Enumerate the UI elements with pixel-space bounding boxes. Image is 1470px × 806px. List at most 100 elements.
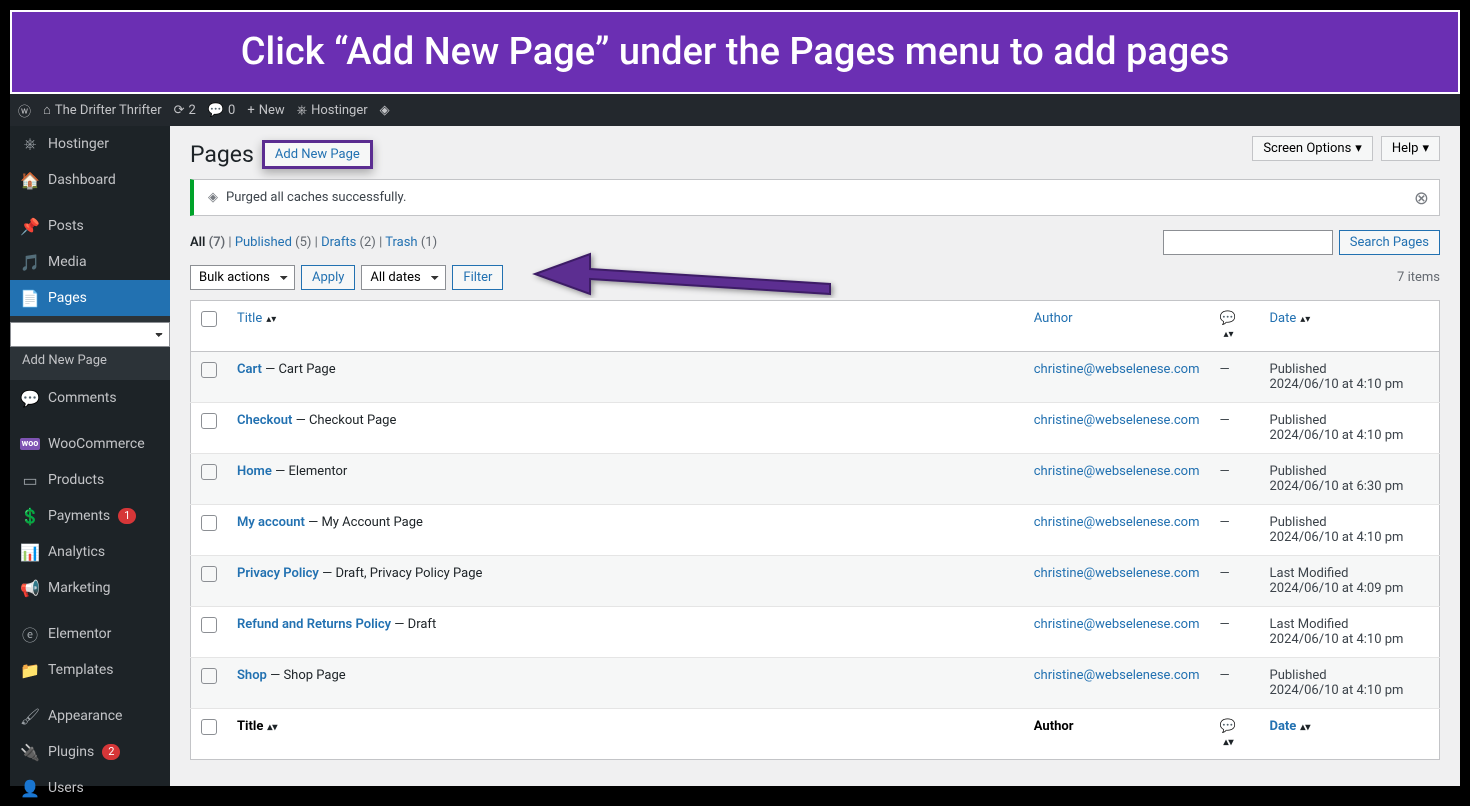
sidebar-plugins[interactable]: 🔌Plugins 2 [10,734,170,770]
sidebar-woocommerce[interactable]: wooWooCommerce [10,426,170,462]
author-link[interactable]: christine@webselenese.com [1034,668,1200,683]
filter-button[interactable]: Filter [452,265,503,290]
sidebar-analytics[interactable]: 📊Analytics [10,534,170,570]
search-pages-button[interactable]: Search Pages [1339,230,1440,255]
help-button[interactable]: Help ▾ [1381,136,1440,161]
col-author[interactable]: Author [1024,301,1210,352]
site-link[interactable]: ⌂ The Drifter Thrifter [43,102,162,118]
elementor-toolbar[interactable]: ◈ [380,103,390,118]
author-link[interactable]: christine@webselenese.com [1034,515,1200,530]
filter-drafts[interactable]: Drafts (2) [321,235,376,250]
page-suffix: — Shop Page [267,668,346,683]
filter-published[interactable]: Published (5) [235,235,312,250]
col-comments[interactable]: 💬 ▴▾ [1210,709,1260,760]
sidebar-dashboard[interactable]: 🏠Dashboard [10,162,170,198]
sidebar-all-pages[interactable]: All Pages [10,322,170,347]
apply-button[interactable]: Apply [301,265,355,290]
payments-icon: 💲 [20,506,40,526]
col-title[interactable]: Title▴▾ [227,301,1024,352]
hostinger-link[interactable]: ⎈ Hostinger [297,103,368,118]
table-row: Refund and Returns Policy — Draft christ… [191,607,1440,658]
author-link[interactable]: christine@webselenese.com [1034,413,1200,428]
row-checkbox[interactable] [201,413,217,429]
sort-icon: ▴▾ [1224,329,1234,340]
sidebar-appearance[interactable]: 🖌Appearance [10,698,170,734]
wp-logo[interactable]: ⓦ [18,101,31,120]
date-status: Published [1270,515,1327,530]
date-value: 2024/06/10 at 6:30 pm [1270,479,1404,494]
sidebar-media[interactable]: 🎵Media [10,244,170,280]
sort-icon: ▴▾ [1224,737,1234,748]
row-checkbox[interactable] [201,362,217,378]
page-title-link[interactable]: My account [237,515,305,530]
sidebar-templates[interactable]: 📁Templates [10,652,170,688]
sidebar-users[interactable]: 👤Users [10,770,170,806]
table-row: Cart — Cart Page christine@webselenese.c… [191,352,1440,403]
row-checkbox[interactable] [201,515,217,531]
dates-select[interactable]: All dates [361,265,446,290]
updates-link[interactable]: ⟳ 2 [174,103,196,118]
sidebar-marketing[interactable]: 📢Marketing [10,570,170,606]
sidebar-posts[interactable]: 📌Posts [10,208,170,244]
author-link[interactable]: christine@webselenese.com [1034,617,1200,632]
author-link[interactable]: christine@webselenese.com [1034,566,1200,581]
filter-trash[interactable]: Trash (1) [385,235,437,250]
col-date[interactable]: Date▴▾ [1260,301,1440,352]
date-status: Published [1270,413,1327,428]
sidebar-hostinger[interactable]: ⎈Hostinger [10,126,170,162]
filter-all[interactable]: All (7) [190,235,225,250]
sidebar-add-new-page[interactable]: Add New Page [10,347,170,374]
select-all-checkbox[interactable] [201,719,217,735]
page-title-link[interactable]: Privacy Policy [237,566,319,581]
search-input[interactable] [1163,230,1333,255]
page-suffix: — Draft, Privacy Policy Page [319,566,483,581]
screen-options-button[interactable]: Screen Options ▾ [1252,136,1373,161]
page-title-link[interactable]: Checkout [237,413,292,428]
comments-count: — [1220,668,1230,683]
col-author[interactable]: Author [1024,709,1210,760]
comment-icon: 💬 [208,103,224,118]
comments-count: — [1220,464,1230,479]
sidebar-pages[interactable]: 📄Pages [10,280,170,316]
plugin-icon: 🔌 [20,742,40,762]
page-title-link[interactable]: Refund and Returns Policy [237,617,391,632]
col-date[interactable]: Date▴▾ [1260,709,1440,760]
diamond-icon: ◈ [208,190,218,205]
dismiss-notice-button[interactable]: ⊗ [1414,188,1429,209]
woo-icon: woo [20,434,40,454]
add-new-page-button[interactable]: Add New Page [262,140,373,169]
date-value: 2024/06/10 at 4:10 pm [1270,632,1404,647]
status-filters: All (7) | Published (5) | Drafts (2) | T… [190,235,437,250]
row-checkbox[interactable] [201,617,217,633]
chevron-down-icon: ▾ [1422,141,1429,156]
row-checkbox[interactable] [201,668,217,684]
page-title-link[interactable]: Cart [237,362,262,377]
row-checkbox[interactable] [201,464,217,480]
page-suffix: — Elementor [272,464,347,479]
sidebar-payments[interactable]: 💲Payments 1 [10,498,170,534]
bulk-actions-select[interactable]: Bulk actions [190,265,295,290]
new-link[interactable]: + New [247,103,284,118]
date-value: 2024/06/10 at 4:10 pm [1270,683,1404,698]
date-status: Published [1270,362,1327,377]
admin-sidebar: ⎈Hostinger 🏠Dashboard 📌Posts 🎵Media 📄Pag… [10,126,170,786]
wordpress-icon: ⓦ [18,101,31,120]
sidebar-products[interactable]: ▭Products [10,462,170,498]
author-link[interactable]: christine@webselenese.com [1034,362,1200,377]
comments-count: — [1220,362,1230,377]
sidebar-comments[interactable]: 💬Comments [10,380,170,416]
page-suffix: — Cart Page [262,362,336,377]
comment-icon: 💬 [1220,719,1236,734]
page-title-link[interactable]: Shop [237,668,267,683]
select-all-checkbox[interactable] [201,311,217,327]
page-title-link[interactable]: Home [237,464,272,479]
megaphone-icon: 📢 [20,578,40,598]
media-icon: 🎵 [20,252,40,272]
sidebar-elementor[interactable]: ⓔElementor [10,616,170,652]
col-comments[interactable]: 💬▴▾ [1210,301,1260,352]
col-title[interactable]: Title▴▾ [227,709,1024,760]
comments-link[interactable]: 💬 0 [208,103,236,118]
row-checkbox[interactable] [201,566,217,582]
author-link[interactable]: christine@webselenese.com [1034,464,1200,479]
date-status: Last Modified [1270,566,1349,581]
